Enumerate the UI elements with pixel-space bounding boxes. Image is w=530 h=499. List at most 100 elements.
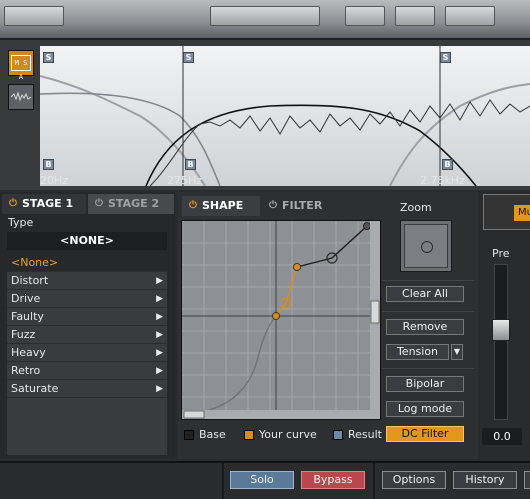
mid-side-label: M S A: [11, 55, 31, 81]
type-label: Type: [8, 216, 34, 229]
band-bypass-badge[interactable]: B: [442, 159, 453, 170]
list-item-label: Distort: [11, 274, 49, 287]
freq-label: 20Hz: [40, 174, 69, 187]
legend-label: Your curve: [259, 428, 317, 441]
waveform-icon[interactable]: [8, 84, 34, 110]
divider: [382, 311, 474, 312]
chevron-down-icon[interactable]: ▼: [451, 344, 463, 360]
toolbar-button[interactable]: [345, 6, 385, 26]
zoom-area: [404, 224, 448, 268]
freq-label: 2.78kHz: [420, 174, 465, 187]
spectrum-display[interactable]: [40, 46, 530, 186]
list-item-label: <None>: [11, 256, 59, 269]
bipolar-button[interactable]: Bipolar: [386, 376, 464, 392]
top-toolbar: [0, 0, 530, 40]
tab-stage-1[interactable]: ⏻ STAGE 1: [2, 194, 86, 214]
power-icon[interactable]: ⏻: [9, 194, 17, 214]
divider: [382, 368, 474, 369]
submenu-arrow-icon: ▶: [156, 384, 163, 394]
log-mode-button[interactable]: Log mode: [386, 401, 464, 417]
more-button[interactable]: [524, 471, 530, 489]
pre-label: Pre: [492, 247, 510, 260]
submenu-arrow-icon: ▶: [156, 312, 163, 322]
band-solo-badge[interactable]: S: [440, 52, 451, 63]
zoom-navigator[interactable]: [400, 220, 452, 272]
fader-handle[interactable]: [492, 319, 510, 341]
divider: [222, 463, 224, 499]
list-item-label: Heavy: [11, 346, 46, 359]
band-solo-badge[interactable]: S: [43, 52, 54, 63]
remove-button[interactable]: Remove: [386, 319, 464, 335]
pre-gain-fader[interactable]: [492, 264, 510, 420]
submenu-arrow-icon: ▶: [156, 276, 163, 286]
list-item-label: Saturate: [11, 382, 59, 395]
list-item-label: Fuzz: [11, 328, 36, 341]
band-bypass-badge[interactable]: B: [43, 159, 54, 170]
toolbar-button[interactable]: [4, 6, 64, 26]
history-button[interactable]: History: [453, 471, 517, 489]
type-item-drive[interactable]: Drive ▶: [7, 290, 167, 308]
band-solo-badge[interactable]: S: [183, 52, 194, 63]
swatch: [244, 430, 254, 440]
type-item-distort[interactable]: Distort ▶: [7, 272, 167, 290]
clear-all-button[interactable]: Clear All: [386, 286, 464, 302]
solo-button[interactable]: Solo: [230, 471, 294, 489]
tab-label: SHAPE: [202, 199, 244, 212]
type-item-fuzz[interactable]: Fuzz ▶: [7, 326, 167, 344]
legend-your-curve: Your curve: [244, 428, 317, 441]
submenu-arrow-icon: ▶: [156, 330, 163, 340]
band-bypass-badge[interactable]: B: [185, 159, 196, 170]
legend-base: Base: [184, 428, 226, 441]
options-button[interactable]: Options: [382, 471, 446, 489]
type-item-heavy[interactable]: Heavy ▶: [7, 344, 167, 362]
shape-curve-editor[interactable]: [181, 220, 381, 420]
pre-gain-value[interactable]: 0.0: [482, 428, 522, 445]
mid-side-icon[interactable]: M S A: [8, 50, 34, 81]
submenu-arrow-icon: ▶: [156, 294, 163, 304]
type-item-retro[interactable]: Retro ▶: [7, 362, 167, 380]
legend-result: Result: [333, 428, 382, 441]
tab-label: STAGE 1: [22, 197, 74, 210]
mute-button[interactable]: Mu: [514, 205, 530, 221]
list-item-label: Retro: [11, 364, 41, 377]
type-item-faulty[interactable]: Faulty ▶: [7, 308, 167, 326]
type-list: <None> Distort ▶ Drive ▶ Faulty ▶ Fuzz ▶ Hea…: [7, 254, 167, 398]
swatch: [184, 430, 194, 440]
type-list-empty: [7, 398, 167, 455]
zoom-label: Zoom: [400, 201, 432, 214]
bypass-button[interactable]: Bypass: [301, 471, 365, 489]
power-icon[interactable]: ⏻: [189, 196, 197, 216]
type-item-saturate[interactable]: Saturate ▶: [7, 380, 167, 398]
list-item-label: Faulty: [11, 310, 44, 323]
tab-filter[interactable]: ⏻ FILTER: [262, 196, 354, 216]
tension-select[interactable]: Tension: [386, 344, 449, 360]
toolbar-button[interactable]: [395, 6, 435, 26]
toolbar-button[interactable]: [210, 6, 320, 26]
toolbar-button[interactable]: [445, 6, 495, 26]
dc-filter-button[interactable]: DC Filter: [386, 426, 464, 442]
power-icon[interactable]: ⏻: [95, 194, 103, 214]
divider: [373, 463, 375, 499]
submenu-arrow-icon: ▶: [156, 366, 163, 376]
tab-stage-2[interactable]: ⏻ STAGE 2: [88, 194, 174, 214]
submenu-arrow-icon: ▶: [156, 348, 163, 358]
shape-panel: ⏻ SHAPE ⏻ FILTER Zoom Clear All Remove T…: [178, 192, 478, 459]
bottom-bar: Solo Bypass Options History: [0, 461, 530, 499]
tab-label: STAGE 2: [108, 197, 160, 210]
type-item-none[interactable]: <None>: [7, 254, 167, 272]
zoom-center-icon: [421, 241, 433, 253]
list-item-label: Drive: [11, 292, 41, 305]
stage-panel: ⏻ STAGE 1 ⏻ STAGE 2 Type <NONE> <None> D…: [0, 192, 175, 459]
tab-label: FILTER: [282, 199, 323, 212]
curve-graph: [181, 221, 380, 419]
spectrum-tools: M S A: [4, 44, 36, 184]
spectrum-panel: M S A S S S B B B: [0, 40, 530, 190]
power-icon[interactable]: ⏻: [269, 196, 277, 216]
type-select[interactable]: <NONE>: [7, 232, 167, 250]
mute-group: Mu: [483, 194, 530, 230]
spectrum-graph: [40, 46, 530, 186]
divider: [382, 280, 474, 281]
output-panel: Mu Pre 0.0: [480, 192, 530, 459]
tab-shape[interactable]: ⏻ SHAPE: [182, 196, 260, 216]
swatch: [333, 430, 343, 440]
